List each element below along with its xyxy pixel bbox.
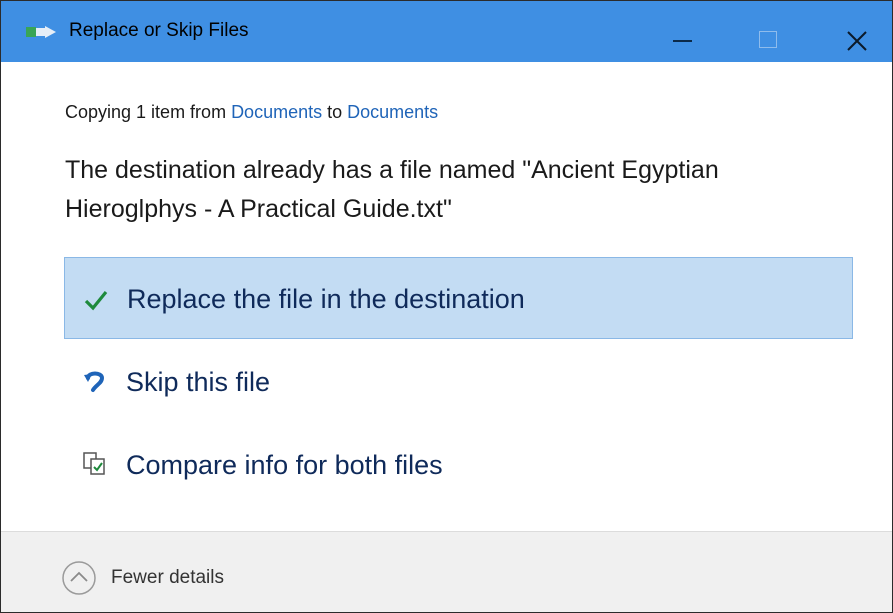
replace-file-label: Replace the file in the destination xyxy=(127,284,525,314)
maximize-icon xyxy=(759,31,777,48)
replace-or-skip-dialog: Replace or Skip Files Copying 1 item fro… xyxy=(0,0,893,613)
compare-files-label: Compare info for both files xyxy=(126,450,443,480)
window-title: Replace or Skip Files xyxy=(69,20,249,41)
copy-status-middle: to xyxy=(322,102,348,122)
close-button[interactable] xyxy=(826,1,892,62)
skip-file-option[interactable]: Skip this file xyxy=(64,341,853,423)
copy-status-line: Copying 1 item from Documents to Documen… xyxy=(65,100,438,124)
fewer-details-label: Fewer details xyxy=(111,567,224,588)
title-bar[interactable]: Replace or Skip Files xyxy=(1,1,892,62)
source-folder-link[interactable]: Documents xyxy=(231,102,322,122)
minimize-icon xyxy=(673,40,692,42)
skip-file-label: Skip this file xyxy=(126,367,271,397)
conflict-message: The destination already has a file named… xyxy=(65,156,719,223)
compare-files-option[interactable]: Compare info for both files xyxy=(64,424,853,506)
replace-file-option[interactable]: Replace the file in the destination xyxy=(64,257,853,339)
chevron-up-circle-icon xyxy=(62,561,96,595)
dialog-footer: Fewer details xyxy=(1,532,892,612)
skip-arrow-icon xyxy=(84,371,105,392)
fewer-details-button[interactable]: Fewer details xyxy=(61,560,281,596)
close-icon xyxy=(847,31,867,51)
maximize-button[interactable] xyxy=(738,1,800,62)
copy-status-prefix: Copying 1 item from xyxy=(65,102,232,122)
minimize-button[interactable] xyxy=(651,1,713,62)
destination-folder-link[interactable]: Documents xyxy=(347,102,438,122)
file-transfer-icon xyxy=(26,26,56,38)
compare-files-icon xyxy=(83,452,105,475)
checkmark-icon xyxy=(84,290,108,311)
